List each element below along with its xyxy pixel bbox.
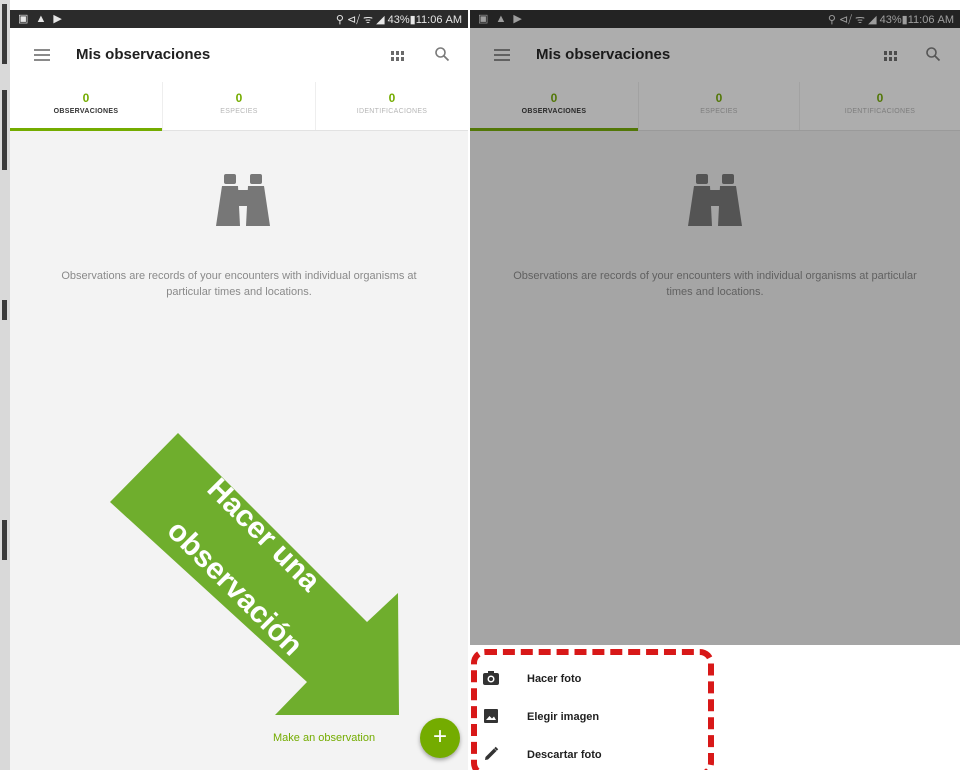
highlight-box — [471, 649, 714, 770]
edge-mark — [2, 90, 7, 170]
left-edge-strip — [0, 0, 10, 770]
edge-mark — [2, 520, 7, 560]
fab-label[interactable]: Make an observation — [273, 732, 375, 744]
screen-right: ▣ ▲ ▶ ⚲ ⊲⧸ ᯤ ◢ 43%▮11:06 AM Mis observac… — [470, 10, 960, 770]
screen-left: ▣ ▲ ▶ ⚲ ⊲⧸ ᯤ ◢ 43%▮11:06 AM Mis observac… — [10, 10, 468, 770]
annotation-arrow: Hacer una observación — [10, 10, 468, 770]
add-observation-button[interactable]: + — [420, 718, 460, 758]
edge-mark — [2, 4, 7, 64]
dim-overlay[interactable] — [470, 10, 960, 645]
arrow-shape — [110, 433, 399, 715]
edge-mark — [2, 300, 7, 320]
action-sheet: Hacer foto Elegir imagen Descartar foto — [470, 645, 960, 770]
